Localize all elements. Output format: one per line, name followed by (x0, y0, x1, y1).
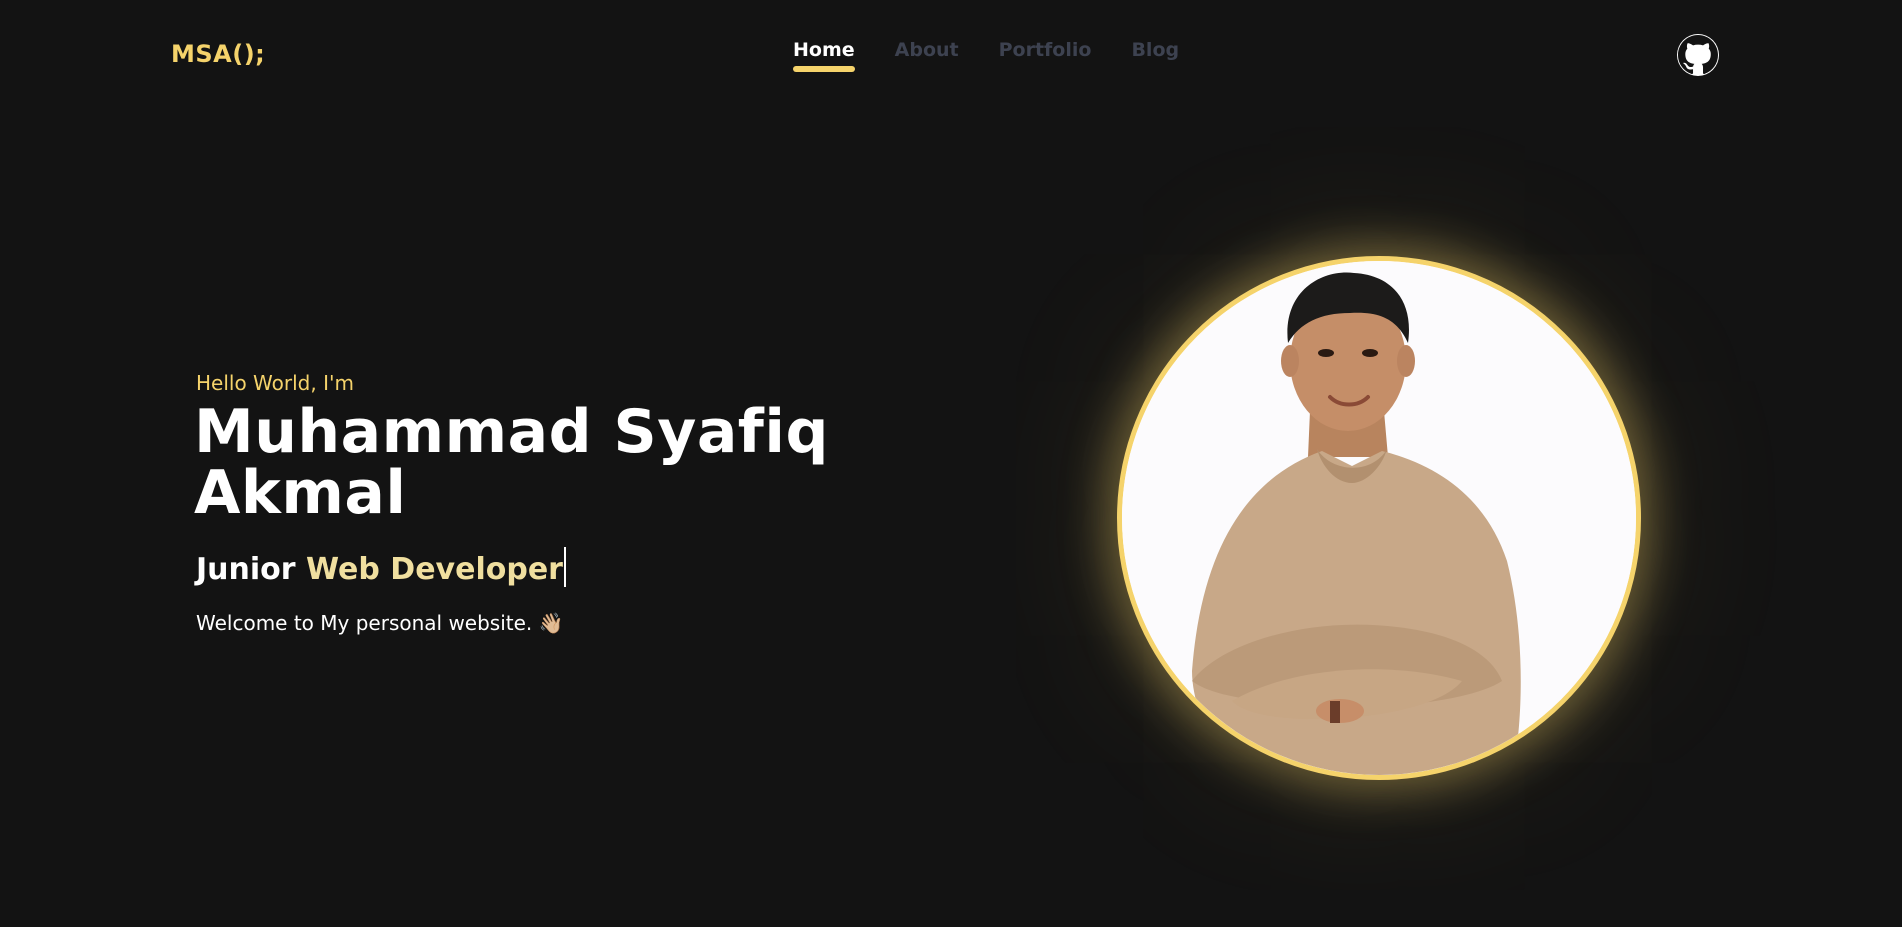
page: MSA(); Home About Portfolio Blog Hello W… (0, 0, 1902, 927)
nav-about[interactable]: About (895, 39, 959, 69)
hero-welcome: Welcome to My personal website. 👋🏼 (196, 611, 564, 635)
main-nav: Home About Portfolio Blog (793, 39, 1179, 72)
nav-portfolio[interactable]: Portfolio (999, 39, 1092, 69)
nav-blog[interactable]: Blog (1131, 39, 1179, 69)
hero-role: Junior Web Developer (196, 547, 566, 587)
github-link[interactable] (1677, 34, 1719, 76)
nav-home[interactable]: Home (793, 39, 855, 72)
welcome-text: Welcome to My personal website. (196, 611, 533, 635)
role-typed-text: Web Developer (306, 552, 563, 587)
role-prefix: Junior (196, 552, 307, 587)
profile-photo-illustration (1122, 261, 1636, 775)
wave-hand-icon: 👋🏼 (538, 611, 564, 635)
site-logo[interactable]: MSA(); (171, 40, 265, 68)
github-icon (1678, 35, 1718, 75)
profile-photo (1117, 256, 1641, 780)
typing-caret (563, 547, 566, 587)
hero-greeting: Hello World, I'm (196, 371, 354, 395)
hero-name: Muhammad Syafiq Akmal (194, 397, 829, 528)
